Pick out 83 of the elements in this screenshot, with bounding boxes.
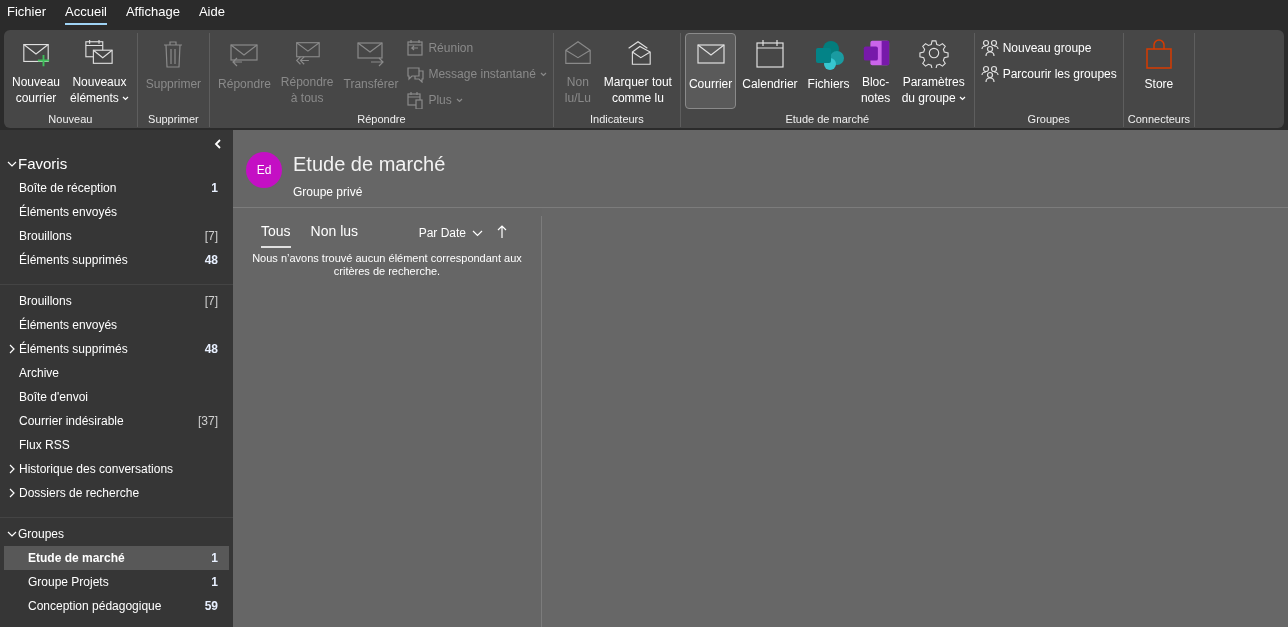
sort-dropdown[interactable]: Par Date [418, 224, 483, 248]
item-count: 48 [204, 252, 218, 269]
folder-item[interactable]: Brouillons [7] [4, 224, 229, 248]
ribbon-button[interactable]: Parcourir les groupes [978, 63, 1119, 85]
ribbon-group-label: Répondre [357, 112, 406, 127]
folder-item[interactable]: Flux RSS [4, 433, 229, 457]
empty-message: Nous n’avons trouvé aucun élément correspondant aux critères de recherche. [251, 252, 523, 278]
item-count: 1 [211, 180, 218, 197]
item-count: 48 [204, 341, 218, 358]
section-header[interactable]: Groupes [0, 522, 65, 546]
folder-item[interactable]: Dossiers de recherche [4, 481, 229, 505]
item-count: [37] [198, 413, 218, 430]
folder-name: Dossiers de recherche [19, 485, 141, 502]
item-count: [7] [204, 228, 218, 245]
folder-item[interactable]: Groupe Projets 1 [4, 570, 229, 594]
folder-name: Archive [19, 365, 60, 382]
item-count: 1 [211, 550, 218, 567]
ribbon-button[interactable]: Courrier [684, 33, 737, 109]
ribbon-button[interactable]: Nouveau courrier [8, 33, 65, 109]
folder-item[interactable]: Etude de marché 1 [4, 546, 229, 570]
folder-name: Boîte de réception [19, 180, 118, 197]
ribbon-group-label: Etude de marché [785, 112, 870, 127]
ribbon-group-label: Connecteurs [1127, 112, 1191, 127]
folder-item[interactable]: Éléments envoyés [4, 313, 229, 337]
group-title: Etude de marché [293, 152, 446, 177]
ribbon-group-label: Supprimer [148, 112, 199, 127]
filter-tab[interactable]: Tous [261, 221, 291, 248]
folder-name: Conception pédagogique [28, 598, 163, 615]
folder-item[interactable]: Conception pédagogique 59 [4, 594, 229, 618]
ribbon-button[interactable]: Nouveaux éléments [66, 33, 133, 109]
chevron-down-icon [7, 529, 17, 539]
sort-arrow-icon[interactable] [497, 225, 507, 239]
chat-bubbles-icon [406, 65, 425, 83]
folder-item[interactable]: Archive [4, 361, 229, 385]
calendar-icon [753, 38, 786, 70]
ribbon-group-label: Nouveau [48, 112, 93, 127]
folder-name: Flux RSS [19, 437, 71, 454]
ribbon-group-label: Groupes [1027, 112, 1070, 127]
group-subtitle: Groupe privé [293, 184, 364, 201]
folder-item[interactable]: Boîte de réception 1 [4, 176, 229, 200]
folder-name: Brouillons [19, 293, 73, 310]
folder-item[interactable]: Historique des conversations [4, 457, 229, 481]
folder-item[interactable]: Courrier indésirable [37] [4, 409, 229, 433]
menu-tab[interactable]: Accueil [65, 1, 107, 25]
menu-tab[interactable]: Affichage [125, 1, 180, 25]
folder-item[interactable]: Éléments supprimés 48 [4, 248, 229, 272]
item-count: 1 [211, 574, 218, 591]
ribbon-button[interactable]: Fichiers [803, 33, 854, 109]
menu-tab[interactable]: Fichier [7, 1, 46, 25]
folder-name: Éléments envoyés [19, 203, 119, 221]
folder-item[interactable]: Boîte d'envoi [4, 385, 229, 409]
filter-tab[interactable]: Non lus [310, 221, 359, 248]
folder-name: Boîte d'envoi [19, 389, 89, 406]
calendar-phone-icon [406, 91, 425, 109]
folder-item[interactable]: Éléments envoyés [4, 200, 229, 224]
folder-name: Groupe Projets [28, 574, 110, 591]
folder-item[interactable]: Brouillons [7] [4, 289, 229, 313]
people-icon [980, 65, 999, 83]
folder-name: Courrier indésirable [19, 413, 125, 430]
ribbon-button[interactable]: Bloc- notes [855, 33, 896, 109]
item-count: [7] [204, 293, 218, 310]
chevron-down-icon [7, 159, 17, 169]
folder-name: Brouillons [19, 228, 73, 245]
chevron-down-icon [472, 229, 483, 237]
people-icon [980, 39, 999, 57]
ribbon-button[interactable]: Calendrier [738, 33, 802, 109]
collapse-icon[interactable] [213, 139, 223, 149]
folder-name: Éléments supprimés [19, 251, 129, 269]
gear-icon [917, 38, 950, 68]
folder-item[interactable]: Éléments supprimés 48 [4, 337, 229, 361]
folder-name: Éléments envoyés [19, 316, 119, 334]
section-header[interactable]: Favoris [0, 152, 68, 176]
group-avatar: Ed [246, 152, 282, 188]
ribbon-button[interactable]: Paramètres du groupe [897, 33, 970, 109]
menu-tab[interactable]: Aide [198, 1, 225, 25]
folder-name: Historique des conversations [19, 461, 175, 478]
item-count: 59 [204, 598, 218, 615]
folder-name: Éléments supprimés [19, 340, 129, 358]
ribbon-group-label: Indicateurs [589, 112, 644, 127]
ribbon-button[interactable]: Nouveau groupe [978, 37, 1119, 59]
ribbon-button[interactable]: Store [1138, 33, 1179, 109]
ribbon-button[interactable]: Marquer tout comme lu [599, 33, 676, 109]
folder-name: Etude de marché [28, 550, 126, 567]
